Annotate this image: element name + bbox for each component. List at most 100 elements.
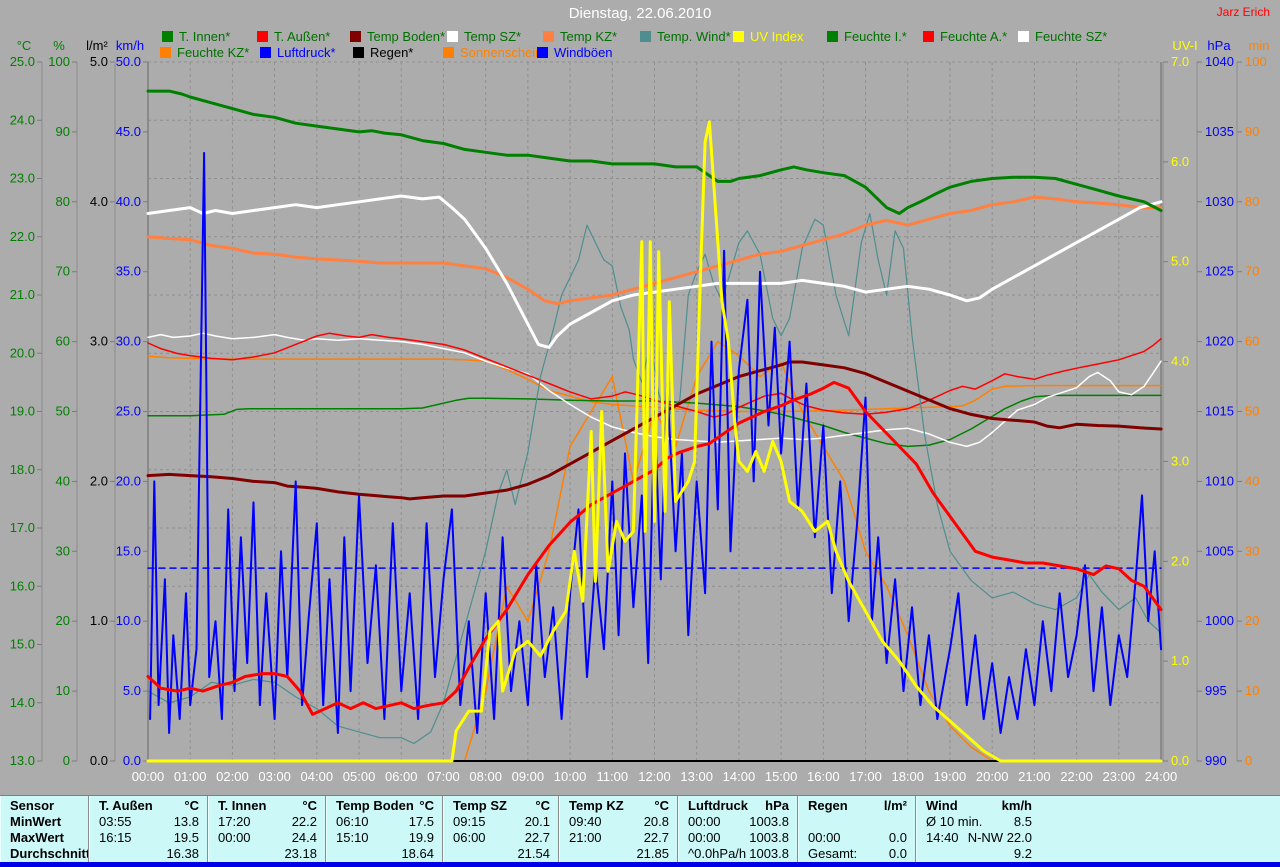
table-cell: Temp Boden bbox=[336, 798, 414, 813]
table-cell: 0.0 bbox=[888, 830, 907, 845]
table-cell: 21:00 bbox=[569, 830, 602, 845]
table-cell: 1003.8 bbox=[749, 846, 789, 861]
table-cell: 06:10 bbox=[336, 814, 369, 829]
axis-tick-label-degC: 22.0 bbox=[10, 229, 35, 244]
axis-tick-label-min: 80 bbox=[1245, 194, 1259, 209]
axis-tick-label-pct: 80 bbox=[56, 194, 70, 209]
table-cell: 16:15 bbox=[99, 830, 132, 845]
axis-tick-label-uv: 7.0 bbox=[1171, 54, 1189, 69]
table-cell: Temp SZ bbox=[453, 798, 507, 813]
axis-tick-label-degC: 16.0 bbox=[10, 578, 35, 593]
axis-tick-label-lm2: 3.0 bbox=[90, 334, 108, 349]
axis-tick-label-uv: 2.0 bbox=[1171, 553, 1189, 568]
table-column-header: Wind km/h bbox=[916, 798, 1041, 814]
table-cell: 17.5 bbox=[408, 814, 434, 829]
axis-tick-label-degC: 19.0 bbox=[10, 404, 35, 419]
axis-tick-label-kmh: 10.0 bbox=[116, 613, 141, 628]
x-tick-label: 07:00 bbox=[427, 769, 460, 784]
table-cell: 03:55 bbox=[99, 814, 132, 829]
axis-header-hpa: hPa bbox=[1207, 38, 1231, 53]
axis-tick-label-hpa: 1030 bbox=[1205, 194, 1234, 209]
axis-tick-label-uv: 3.0 bbox=[1171, 453, 1189, 468]
x-tick-label: 24:00 bbox=[1145, 769, 1178, 784]
axis-tick-label-pct: 30 bbox=[56, 543, 70, 558]
table-row-labels: Sensor MinWert MaxWert Durchschnitt bbox=[0, 796, 91, 863]
table-row: Ø 10 min. 8.5 bbox=[916, 814, 1041, 830]
axis-tick-label-hpa: 1010 bbox=[1205, 473, 1234, 488]
table-cell: 21.85 bbox=[636, 846, 669, 861]
axis-tick-label-min: 60 bbox=[1245, 334, 1259, 349]
table-cell: 06:00 bbox=[453, 830, 486, 845]
x-tick-label: 00:00 bbox=[132, 769, 165, 784]
axis-tick-label-degC: 23.0 bbox=[10, 171, 35, 186]
table-row-label: Durchschnitt bbox=[0, 846, 91, 862]
table-cell: °C bbox=[535, 798, 550, 813]
axis-tick-label-kmh: 0.0 bbox=[123, 753, 141, 768]
axis-tick-label-kmh: 45.0 bbox=[116, 124, 141, 139]
table-row: 09:40 20.8 bbox=[559, 814, 678, 830]
table-cell: Regen bbox=[808, 798, 848, 813]
table-column-t-au-en: T. Außen °C 03:55 13.8 16:15 19.5 16.38 bbox=[88, 796, 208, 863]
axis-header-pct: % bbox=[53, 38, 65, 53]
table-row: 06:00 22.7 bbox=[443, 830, 559, 846]
table-row: 00:00 1003.8 bbox=[678, 830, 798, 846]
table-row: 14:40 N-NW 22.0 bbox=[916, 830, 1041, 846]
x-tick-label: 05:00 bbox=[343, 769, 376, 784]
table-cell: 09:40 bbox=[569, 814, 602, 829]
axis-tick-label-degC: 21.0 bbox=[10, 287, 35, 302]
axis-tick-label-kmh: 15.0 bbox=[116, 543, 141, 558]
x-tick-label: 15:00 bbox=[765, 769, 798, 784]
axis-tick-label-min: 40 bbox=[1245, 473, 1259, 488]
table-row: 21.85 bbox=[559, 846, 678, 862]
x-tick-label: 08:00 bbox=[469, 769, 502, 784]
axis-tick-label-kmh: 50.0 bbox=[116, 54, 141, 69]
x-tick-label: 04:00 bbox=[301, 769, 334, 784]
table-column-header: T. Außen °C bbox=[89, 798, 208, 814]
axis-tick-label-min: 90 bbox=[1245, 124, 1259, 139]
table-cell: 00:00 bbox=[688, 814, 721, 829]
axis-tick-label-hpa: 1040 bbox=[1205, 54, 1234, 69]
table-cell: 24.4 bbox=[291, 830, 317, 845]
axis-tick-label-kmh: 30.0 bbox=[116, 334, 141, 349]
table-cell: hPa bbox=[765, 798, 789, 813]
table-cell: 00:00 bbox=[808, 830, 841, 845]
axis-tick-label-pct: 60 bbox=[56, 334, 70, 349]
table-cell: 18.64 bbox=[401, 846, 434, 861]
axis-tick-label-degC: 20.0 bbox=[10, 345, 35, 360]
axis-tick-label-pct: 40 bbox=[56, 473, 70, 488]
table-cell: 22.7 bbox=[524, 830, 550, 845]
table-cell: 13.8 bbox=[173, 814, 199, 829]
table-cell: 00:00 bbox=[688, 830, 721, 845]
table-row: 21:00 22.7 bbox=[559, 830, 678, 846]
x-tick-label: 22:00 bbox=[1060, 769, 1093, 784]
table-column-temp-sz: Temp SZ °C 09:15 20.1 06:00 22.7 21.54 bbox=[442, 796, 559, 863]
table-row-label: MinWert bbox=[0, 814, 88, 830]
weather-chart: °C 13.0 14.0 15.0 16.0 17.0 18.0 19.0 20.0 21.0 22… bbox=[10, 38, 1270, 784]
table-row: 09:15 20.1 bbox=[443, 814, 559, 830]
axis-tick-label-kmh: 35.0 bbox=[116, 264, 141, 279]
table-row: 23.18 bbox=[208, 846, 326, 862]
table-cell: km/h bbox=[1001, 798, 1032, 813]
axis-tick-label-min: 70 bbox=[1245, 264, 1259, 279]
table-cell: °C bbox=[302, 798, 317, 813]
table-cell: 0.0 bbox=[888, 846, 907, 861]
table-cell: Durchschnitt bbox=[10, 846, 91, 861]
axis-tick-label-pct: 50 bbox=[56, 404, 70, 419]
table-cell: l/m² bbox=[883, 798, 907, 813]
table-cell: 17:20 bbox=[218, 814, 251, 829]
table-row-label: Sensor bbox=[0, 798, 88, 814]
table-cell: Ø 10 min. bbox=[926, 814, 983, 829]
axis-tick-label-hpa: 1005 bbox=[1205, 543, 1234, 558]
table-row: 9.2 bbox=[916, 846, 1041, 862]
x-tick-label: 16:00 bbox=[807, 769, 840, 784]
table-row: 00:00 0.0 bbox=[798, 830, 916, 846]
table-cell: T. Innen bbox=[218, 798, 267, 813]
table-column-t-innen: T. Innen °C 17:20 22.2 00:00 24.4 23.18 bbox=[207, 796, 326, 863]
table-cell: Sensor bbox=[10, 798, 55, 813]
axis-tick-label-pct: 20 bbox=[56, 613, 70, 628]
axis-tick-label-lm2: 0.0 bbox=[90, 753, 108, 768]
axis-tick-label-hpa: 1025 bbox=[1205, 264, 1234, 279]
table-cell: 19.9 bbox=[408, 830, 434, 845]
table-row: Gesamt: 0.0 bbox=[798, 846, 916, 862]
axis-tick-label-lm2: 1.0 bbox=[90, 613, 108, 628]
